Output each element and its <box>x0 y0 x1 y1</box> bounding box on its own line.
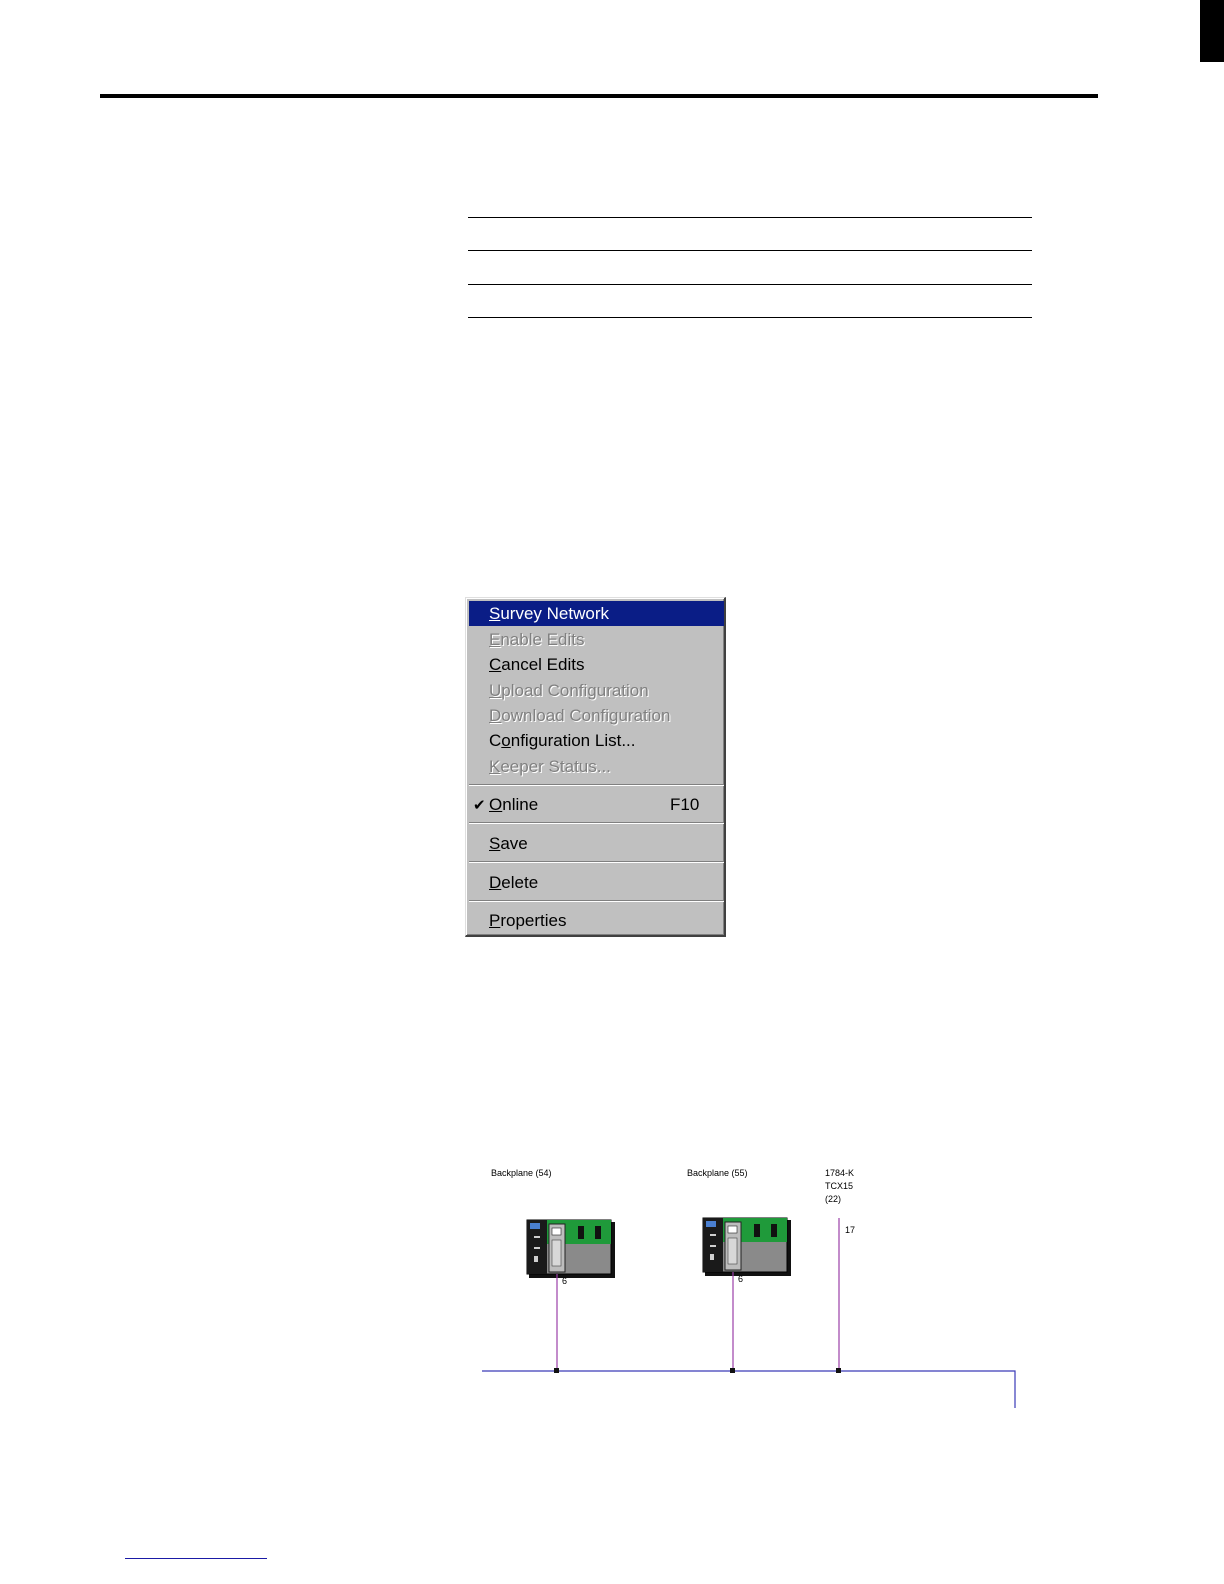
chassis-icon[interactable] <box>702 1217 791 1276</box>
network-bus-line <box>482 1370 1016 1408</box>
shortcut-label: F10 <box>670 794 700 814</box>
menu-item-save[interactable]: Save <box>469 831 724 856</box>
menu-item-configuration-list[interactable]: Configuration List... <box>469 728 724 753</box>
chapter-tab <box>1200 0 1224 62</box>
bus-tap <box>836 1368 841 1373</box>
header-rule <box>100 94 1098 98</box>
menu-separator <box>469 861 724 863</box>
footer-rule <box>125 1558 267 1559</box>
menu-item-download-configuration: Download Configuration <box>489 705 671 725</box>
checkmark-icon: ✔ <box>473 796 486 814</box>
node1-label: Backplane (54) <box>491 1168 552 1178</box>
menu-item-delete[interactable]: Delete <box>469 870 724 895</box>
node2-label: Backplane (55) <box>687 1168 748 1178</box>
node3-label-line1: 1784-K <box>825 1168 854 1178</box>
node3-label-line3: (22) <box>825 1194 841 1204</box>
menu-separator <box>469 822 724 824</box>
menu-item-properties[interactable]: Properties <box>469 908 724 933</box>
menu-item-online[interactable]: ✔ Online F10 <box>469 792 724 817</box>
menu-item-cancel-edits[interactable]: Cancel Edits <box>469 652 724 677</box>
menu-item-upload-configuration: Upload Configuration <box>489 680 649 700</box>
menu-item-keeper-status: Keeper Status... <box>489 756 611 776</box>
menu-separator <box>469 900 724 902</box>
node3-port: 17 <box>845 1225 855 1235</box>
menu-item-survey-network[interactable]: Survey Network <box>469 601 724 626</box>
node1-port: 6 <box>562 1276 567 1286</box>
table-rule-3 <box>468 284 1032 285</box>
table-rule-1 <box>468 217 1032 218</box>
context-menu: Survey Network Enable Edits Cancel Edits… <box>465 597 726 937</box>
menu-item-enable-edits: Enable Edits <box>489 629 585 649</box>
chassis-icon[interactable] <box>526 1219 615 1278</box>
bus-tap <box>730 1368 735 1373</box>
node2-port: 6 <box>738 1274 743 1284</box>
menu-separator <box>469 784 724 786</box>
table-rule-2 <box>468 250 1032 251</box>
network-diagram: Backplane (54) 6 Backplane (55) 6 1784-K… <box>482 1168 1016 1408</box>
table-rule-4 <box>468 317 1032 318</box>
node3-label-line2: TCX15 <box>825 1181 853 1191</box>
bus-tap <box>554 1368 559 1373</box>
